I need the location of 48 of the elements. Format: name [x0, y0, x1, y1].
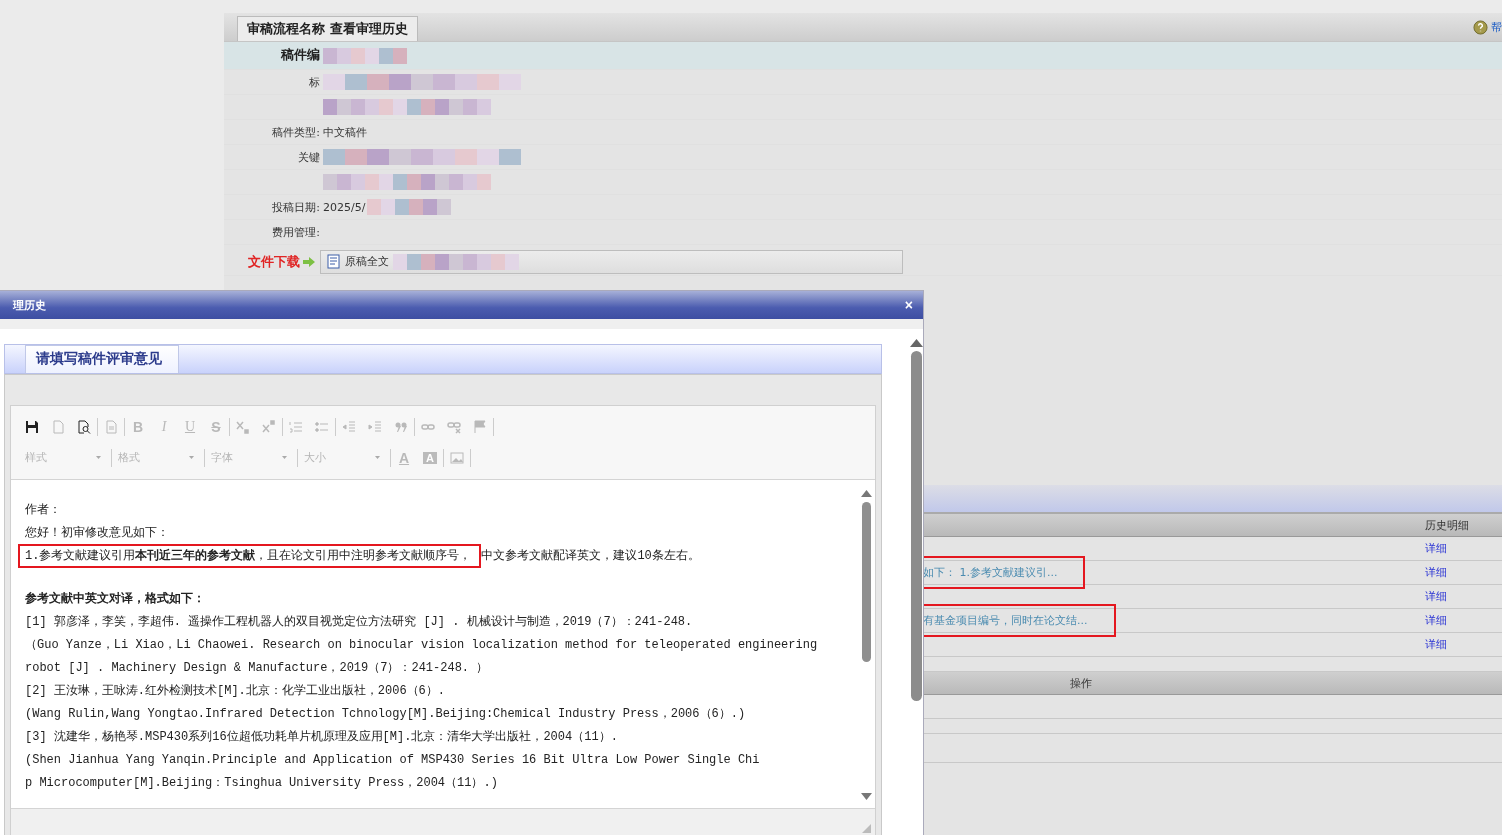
tab[interactable]: 请填写稿件评审意见 [25, 345, 179, 373]
scroll-up-icon[interactable] [909, 339, 923, 347]
body-text: 中文参考文献配译英文，建议10条左右。 [481, 549, 700, 563]
field-label: 标 [309, 74, 320, 90]
arrow-icon [302, 255, 316, 268]
column-header: 历史明细 [1425, 517, 1470, 533]
resize-grip-icon[interactable] [862, 824, 871, 833]
preview-icon[interactable] [77, 419, 91, 434]
column-header: 操作 [1070, 675, 1092, 691]
highlighted-text: 1.参考文献建议引用本刊近三年的参考文献，且在论文引用中注明参考文献顺序号， [18, 544, 482, 568]
detail-link[interactable]: 详细 [1425, 637, 1502, 652]
download-label: 文件下载 [248, 252, 300, 271]
detail-link[interactable]: 详细 [1425, 565, 1502, 580]
document-icon[interactable] [327, 254, 341, 269]
body-text: [2] 王汝琳，王咏涛.红外检测技术[M].北京：化学工业出版社，2006（6）. [25, 684, 446, 698]
page-tab[interactable]: 审稿流程名称 查看审理历史 [237, 16, 418, 41]
detail-link[interactable]: 详细 [1425, 613, 1502, 628]
caret-icon [189, 456, 194, 459]
body-text: p Microcomputer[M].Beijing：Tsinghua University Press，2004（11）.) [25, 776, 498, 790]
save-icon[interactable] [25, 419, 39, 434]
field-label: 稿件类型: [272, 124, 320, 140]
caret-icon [282, 456, 287, 459]
detail-link[interactable]: 详细 [1425, 541, 1502, 556]
file-link[interactable]: 原稿全文 [345, 254, 389, 269]
field-label: 费用管理: [272, 224, 320, 240]
body-text: 您好！初审修改意见如下： [25, 526, 169, 540]
body-text: [1] 郭彦泽，李笑，李超伟. 遥操作工程机器人的双目视觉定位方法研究 [J] . 机械设计与制造，2019（7）：241-248. [25, 615, 693, 629]
help-link[interactable]: 帮 [1491, 19, 1502, 35]
body-text: robot [J] . Machinery Design & Manufacture，2019（7）：241-248. ） [25, 661, 489, 675]
body-text: [3] 沈建华，杨艳琴.MSP430系列16位超低功耗单片机原理及应用[M].北京：清华大学出版社，2004（11）. [25, 730, 618, 744]
scroll-down-icon[interactable] [861, 793, 872, 800]
field-label: 稿件编 [281, 47, 320, 64]
close-button[interactable]: × [902, 298, 915, 312]
body-text: (Shen Jianhua Yang Yanqin.Principle and Application of MSP430 Series 16 Bit Ultra Low Power Single Chi [25, 753, 760, 767]
detail-link[interactable]: 详细 [1425, 589, 1502, 604]
field-value: 2025/5/ [323, 200, 366, 214]
body-text: 作者： [25, 503, 61, 517]
section-heading: 参考文献中英文对译，格式如下： [25, 592, 205, 606]
scroll-up-icon[interactable] [861, 490, 872, 497]
dialog-title: 理历史 [13, 297, 46, 313]
help-icon[interactable] [1473, 19, 1488, 35]
body-text: （Guo Yanze，Li Xiao，Li Chaowei. Research on binocular vision localization method for teleoperated engineering [25, 638, 818, 652]
caret-icon [96, 456, 101, 459]
caret-icon [375, 456, 380, 459]
field-label: 投稿日期: [272, 199, 320, 215]
field-value: 中文稿件 [323, 124, 367, 140]
body-text: (Wang Rulin,Wang Yongtao.Infrared Detection Tchnology[M].Beijing:Chemical Industry Press，2006（6）.) [25, 707, 746, 721]
field-label: 关键 [298, 149, 320, 165]
